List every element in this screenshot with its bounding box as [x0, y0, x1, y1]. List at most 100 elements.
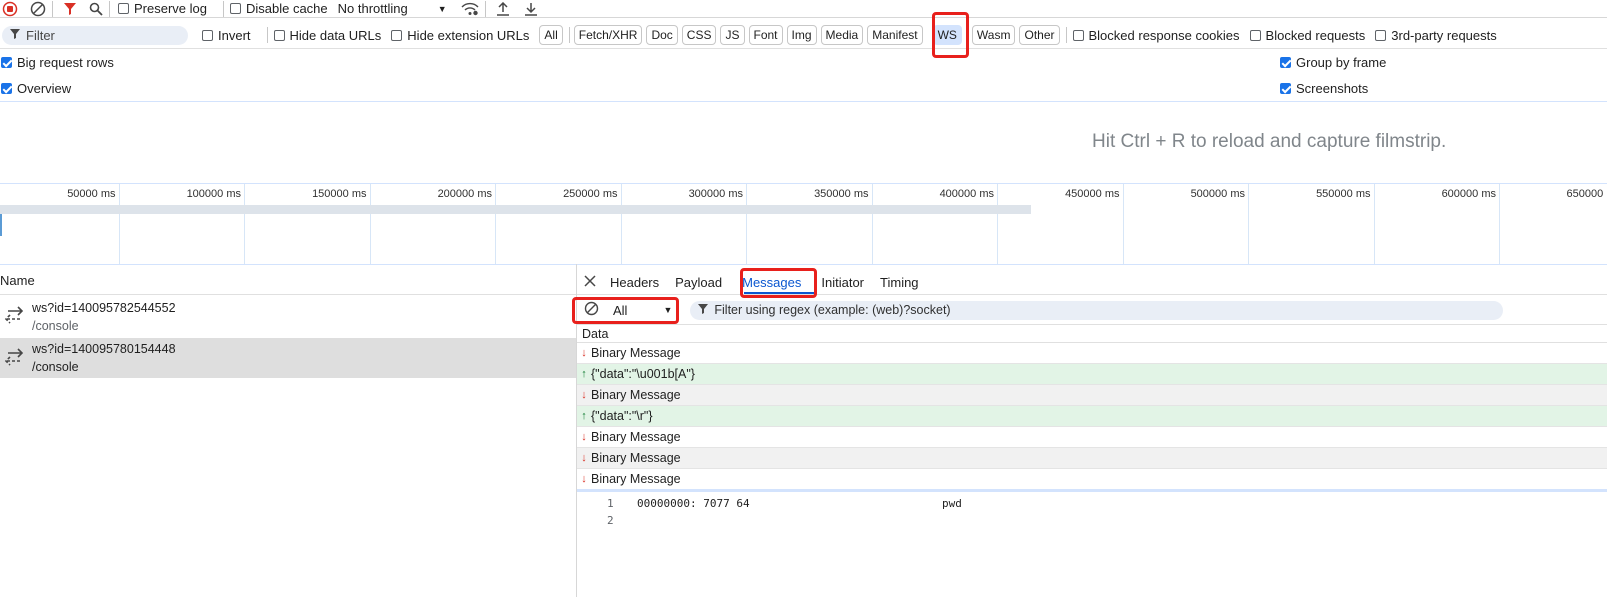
throttling-select[interactable]: No throttling ▼	[338, 1, 447, 16]
data-column-header[interactable]: Data	[582, 327, 608, 341]
tab-initiator[interactable]: Initiator	[813, 275, 872, 290]
group-by-frame-checkbox[interactable]: Group by frame	[1280, 55, 1386, 70]
checkbox-box[interactable]	[202, 29, 213, 41]
message-row[interactable]: ↓ Binary Message	[577, 385, 1607, 406]
type-filter-wasm[interactable]: Wasm	[971, 25, 1016, 45]
timeline-overview[interactable]: 50000 ms 100000 ms 150000 ms 200000 ms 25000…	[0, 184, 1607, 264]
blocked-response-cookies-checkbox[interactable]: Blocked response cookies	[1072, 28, 1240, 43]
settings-row-1: Big request rows	[0, 54, 124, 70]
message-row[interactable]: ↓ Binary Message	[577, 448, 1607, 469]
checkbox-box[interactable]	[1, 56, 12, 68]
throttling-value: No throttling	[337, 1, 408, 16]
third-party-requests-checkbox[interactable]: 3rd-party requests	[1375, 28, 1497, 43]
checkbox-box[interactable]	[1280, 82, 1291, 94]
type-filter-all[interactable]: All	[539, 25, 563, 45]
regex-filter-placeholder: Filter using regex (example: (web)?socke…	[714, 303, 951, 317]
checkbox-box[interactable]	[391, 29, 403, 41]
timeline-gridline	[244, 184, 245, 264]
checkbox-box[interactable]	[273, 29, 285, 41]
type-filter-other[interactable]: Other	[1019, 25, 1060, 45]
request-row[interactable]: ws?id=140095782544552 /console	[0, 296, 576, 337]
blocked-requests-checkbox[interactable]: Blocked requests	[1249, 28, 1365, 43]
type-filter-manifest[interactable]: Manifest	[867, 25, 923, 45]
record-stop-icon[interactable]	[2, 1, 18, 17]
type-filter-css[interactable]: CSS	[681, 25, 717, 45]
import-har-icon[interactable]	[496, 1, 510, 16]
checkbox-box[interactable]	[1072, 29, 1084, 41]
type-filter-img[interactable]: Img	[786, 25, 817, 45]
timeline-request-marker	[0, 214, 2, 236]
timeline-gridline	[1499, 184, 1500, 264]
network-conditions-icon[interactable]	[461, 2, 479, 16]
request-row-selected[interactable]: ws?id=140095780154448 /console	[0, 338, 576, 378]
invert-checkbox[interactable]: Invert	[202, 28, 251, 43]
regex-filter-input[interactable]: Filter using regex (example: (web)?socke…	[690, 300, 1504, 320]
filter-icon[interactable]	[63, 2, 77, 16]
timeline-gridline	[118, 184, 120, 264]
sent-arrow-icon: ↑	[581, 368, 587, 380]
message-type-select[interactable]: All ▼	[613, 303, 672, 318]
export-har-icon[interactable]	[524, 2, 538, 16]
message-row[interactable]: ↓ Binary Message	[577, 343, 1607, 364]
checkbox-box[interactable]	[1, 82, 12, 94]
name-column-header[interactable]: Name	[0, 273, 35, 288]
checkbox-box[interactable]	[1375, 29, 1387, 41]
type-filter-media[interactable]: Media	[820, 25, 864, 45]
toolbar-divider	[52, 0, 53, 17]
checkbox-box[interactable]	[118, 3, 129, 14]
search-icon[interactable]	[89, 2, 103, 16]
tab-messages[interactable]: Messages	[734, 275, 809, 290]
screenshots-checkbox[interactable]: Screenshots	[1280, 81, 1368, 96]
type-filter-doc[interactable]: Doc	[646, 25, 678, 45]
preserve-log-checkbox[interactable]: Preserve log	[118, 1, 207, 16]
message-row[interactable]: ↑ {"data":"\r"}	[577, 406, 1607, 427]
group-by-frame-label: Group by frame	[1296, 54, 1387, 70]
message-row[interactable]: ↓ Binary Message	[577, 427, 1607, 448]
checkbox-box[interactable]	[1249, 29, 1261, 41]
hide-data-urls-checkbox[interactable]: Hide data URLs	[273, 27, 382, 43]
hide-data-urls-label: Hide data URLs	[289, 27, 382, 43]
overview-checkbox[interactable]: Overview	[1, 81, 71, 96]
type-filter-js[interactable]: JS	[720, 25, 745, 45]
timeline-tick-label: 350000 ms	[814, 188, 869, 200]
close-icon[interactable]	[584, 274, 596, 290]
type-filter-font[interactable]: Font	[748, 25, 783, 45]
timeline-tick-label: 50000 ms	[67, 188, 116, 200]
message-row[interactable]: ↓ Binary Message	[577, 469, 1607, 490]
message-row[interactable]: ↑ {"data":"\u001b[A"}	[577, 364, 1607, 385]
message-data: {"data":"\u001b[A"}	[591, 367, 695, 381]
timeline-tick-label: 300000 ms	[688, 188, 743, 200]
clear-messages-icon[interactable]	[584, 301, 599, 319]
websocket-icon	[4, 348, 24, 369]
hide-extension-urls-checkbox[interactable]: Hide extension URLs	[391, 28, 529, 43]
type-filter-fetch-xhr[interactable]: Fetch/XHR	[573, 25, 643, 45]
checkbox-box[interactable]	[1280, 56, 1291, 68]
big-request-rows-checkbox[interactable]: Big request rows	[1, 55, 114, 70]
received-arrow-icon: ↓	[581, 389, 587, 401]
timeline-gridline	[871, 184, 873, 264]
type-filter-ws[interactable]: WS	[932, 25, 962, 45]
filter-input[interactable]: Filter	[2, 25, 188, 45]
timeline-tick-label: 100000 ms	[186, 188, 241, 200]
filmstrip-hint: Hit Ctrl + R to reload and capture films…	[1092, 131, 1447, 152]
timeline-tick-label: 200000 ms	[437, 188, 492, 200]
overview-label: Overview	[17, 80, 72, 96]
big-request-rows-label: Big request rows	[17, 54, 114, 70]
timeline-tick-label: 650000	[1566, 188, 1604, 200]
line-number: 1	[607, 497, 614, 510]
timeline-tick-label: 500000 ms	[1190, 188, 1245, 200]
disable-cache-checkbox[interactable]: Disable cache	[229, 1, 328, 16]
line-number: 2	[607, 514, 614, 527]
disable-cache-label: Disable cache	[245, 1, 328, 16]
detail-tabbar: Headers Payload Messages Initiator Timin…	[584, 273, 927, 291]
timeline-gridline	[997, 184, 998, 264]
tab-headers[interactable]: Headers	[602, 275, 667, 290]
tab-payload[interactable]: Payload	[667, 275, 730, 290]
third-party-requests-label: 3rd-party requests	[1391, 27, 1497, 43]
tab-timing[interactable]: Timing	[872, 275, 927, 290]
filter-divider	[568, 27, 570, 43]
toolbar-divider	[222, 0, 224, 17]
divider	[577, 294, 1607, 295]
clear-icon[interactable]	[30, 1, 46, 17]
checkbox-box[interactable]	[229, 3, 241, 14]
